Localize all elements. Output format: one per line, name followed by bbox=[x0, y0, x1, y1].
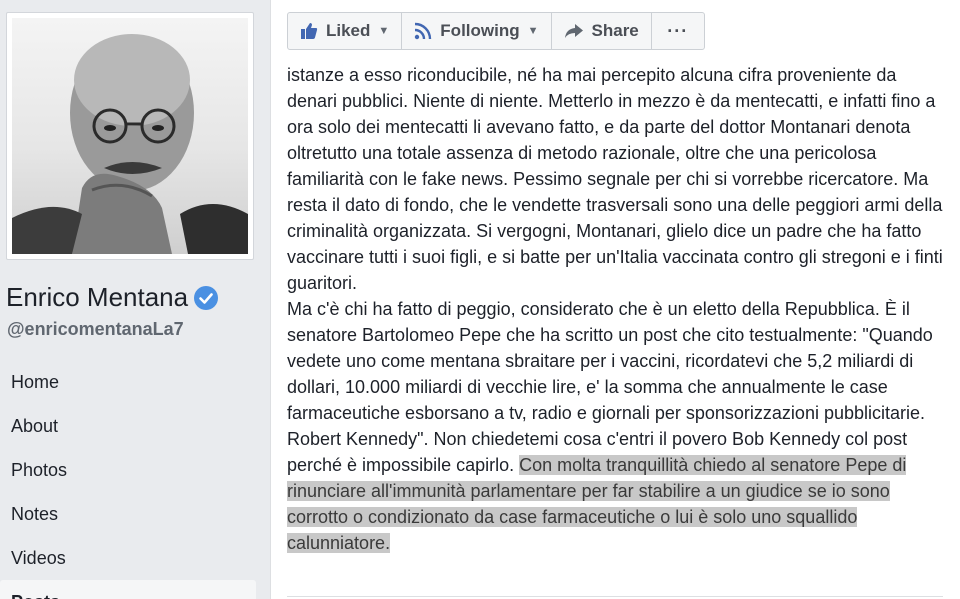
following-label: Following bbox=[440, 21, 520, 40]
page-name-text[interactable]: Enrico Mentana bbox=[6, 282, 188, 313]
chevron-down-icon: ▼ bbox=[378, 25, 390, 37]
page-handle[interactable]: @enricomentanaLa7 bbox=[7, 319, 184, 340]
verified-badge-icon bbox=[194, 285, 219, 310]
more-options-button[interactable]: ··· bbox=[652, 13, 704, 49]
following-button[interactable]: Following ▼ bbox=[402, 13, 552, 49]
page-action-bar: Liked ▼ Following ▼ Share ··· bbox=[287, 12, 705, 50]
post-paragraph-3: Robert Kennedy". Non chiedetemi cosa c'e… bbox=[287, 426, 947, 556]
post-body: istanze a esso riconducibile, né ha mai … bbox=[287, 62, 947, 556]
nav-item-videos[interactable]: Videos bbox=[0, 536, 256, 580]
main-content: Liked ▼ Following ▼ Share ··· istanze a … bbox=[270, 0, 960, 599]
nav-item-about[interactable]: About bbox=[0, 404, 256, 448]
profile-picture-frame[interactable] bbox=[6, 12, 254, 260]
post-paragraph-1: istanze a esso riconducibile, né ha mai … bbox=[287, 65, 943, 293]
nav-item-home[interactable]: Home bbox=[0, 360, 256, 404]
more-dots-icon: ··· bbox=[667, 20, 689, 41]
share-label: Share bbox=[591, 21, 639, 40]
share-arrow-icon bbox=[564, 24, 583, 38]
nav-item-posts[interactable]: Posts bbox=[0, 580, 256, 599]
post-paragraph-2: Ma c'è chi ha fatto di peggio, considera… bbox=[287, 299, 933, 423]
chevron-down-icon: ▼ bbox=[527, 25, 539, 37]
divider bbox=[287, 596, 943, 597]
thumbs-up-icon bbox=[301, 23, 318, 39]
nav-item-photos[interactable]: Photos bbox=[0, 448, 256, 492]
share-button[interactable]: Share bbox=[552, 13, 652, 49]
liked-button[interactable]: Liked ▼ bbox=[288, 13, 403, 49]
profile-picture[interactable] bbox=[12, 18, 248, 254]
liked-label: Liked bbox=[326, 21, 371, 40]
nav-item-notes[interactable]: Notes bbox=[0, 492, 256, 536]
page-nav: Home About Photos Notes Videos Posts bbox=[0, 360, 256, 599]
left-sidebar: Enrico Mentana @enricomentanaLa7 Home Ab… bbox=[0, 0, 270, 599]
page-name[interactable]: Enrico Mentana bbox=[6, 282, 219, 313]
rss-icon bbox=[415, 22, 432, 40]
profile-portrait-image bbox=[12, 34, 248, 254]
